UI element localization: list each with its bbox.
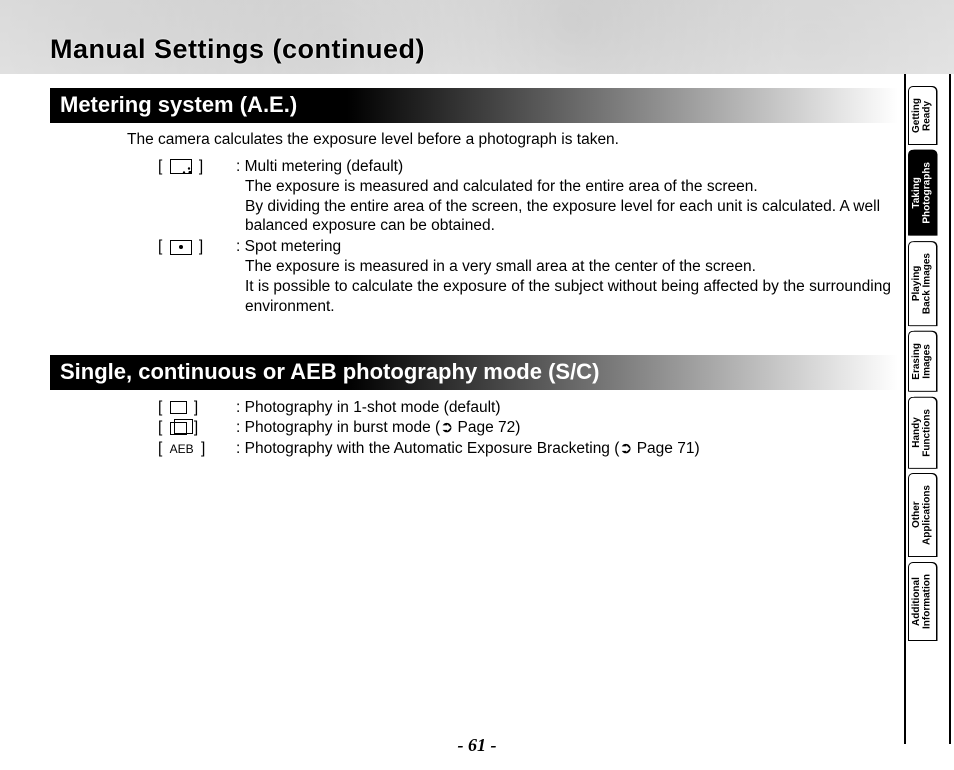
def-icon-cell: [ AEB ] <box>158 439 236 459</box>
spot-metering-icon <box>170 240 192 255</box>
def-desc: : Photography with the Automatic Exposur… <box>236 439 898 459</box>
tab-getting-ready[interactable]: GettingReady <box>908 86 936 145</box>
def-row: [ AEB ] : Photography with the Automatic… <box>158 439 898 459</box>
section-mode: Single, continuous or AEB photography mo… <box>50 355 898 459</box>
section-mode-header: Single, continuous or AEB photography mo… <box>50 355 898 390</box>
tab-erasing-images[interactable]: ErasingImages <box>908 331 936 392</box>
def-row: [ ] : Multi metering (default) The expos… <box>158 157 898 236</box>
rule-line <box>904 74 906 744</box>
mode-definitions: [ ] : Photography in 1-shot mode (defaul… <box>158 398 898 459</box>
tab-taking-photographs[interactable]: TakingPhotographs <box>908 150 936 236</box>
def-row: [ ] : Photography in burst mode (➲ Page … <box>158 418 898 438</box>
metering-definitions: [ ] : Multi metering (default) The expos… <box>158 157 898 317</box>
tab-handy-functions[interactable]: HandyFunctions <box>908 397 936 469</box>
main-content: Metering system (A.E.) The camera calcul… <box>50 88 898 460</box>
def-icon-cell: [ ] <box>158 398 236 418</box>
single-shot-icon <box>170 401 187 414</box>
page-number: - 61 - <box>0 735 954 756</box>
rule-line <box>949 74 951 744</box>
tab-additional-information[interactable]: AdditionalInformation <box>908 562 936 641</box>
def-icon-cell: [ ] <box>158 157 236 236</box>
def-icon-cell: [ ] <box>158 418 236 438</box>
aeb-mode-icon: AEB <box>170 442 194 457</box>
section-metering-header: Metering system (A.E.) <box>50 88 898 123</box>
def-desc: : Photography in 1-shot mode (default) <box>236 398 898 418</box>
def-icon-cell: [ ] <box>158 237 236 316</box>
section-metering-intro: The camera calculates the exposure level… <box>127 131 898 149</box>
def-desc: : Spot metering The exposure is measured… <box>236 237 898 316</box>
page-title: Manual Settings (continued) <box>50 34 425 65</box>
multi-metering-icon <box>170 159 192 174</box>
tab-playing-back-images[interactable]: PlayingBack Images <box>908 241 936 326</box>
burst-mode-icon <box>170 422 187 435</box>
def-row: [ ] : Spot metering The exposure is meas… <box>158 237 898 316</box>
def-row: [ ] : Photography in 1-shot mode (defaul… <box>158 398 898 418</box>
tab-other-applications[interactable]: OtherApplications <box>908 473 936 557</box>
def-desc: : Photography in burst mode (➲ Page 72) <box>236 418 898 438</box>
side-tabs: GettingReady TakingPhotographs PlayingBa… <box>908 86 946 646</box>
def-desc: : Multi metering (default) The exposure … <box>236 157 898 236</box>
